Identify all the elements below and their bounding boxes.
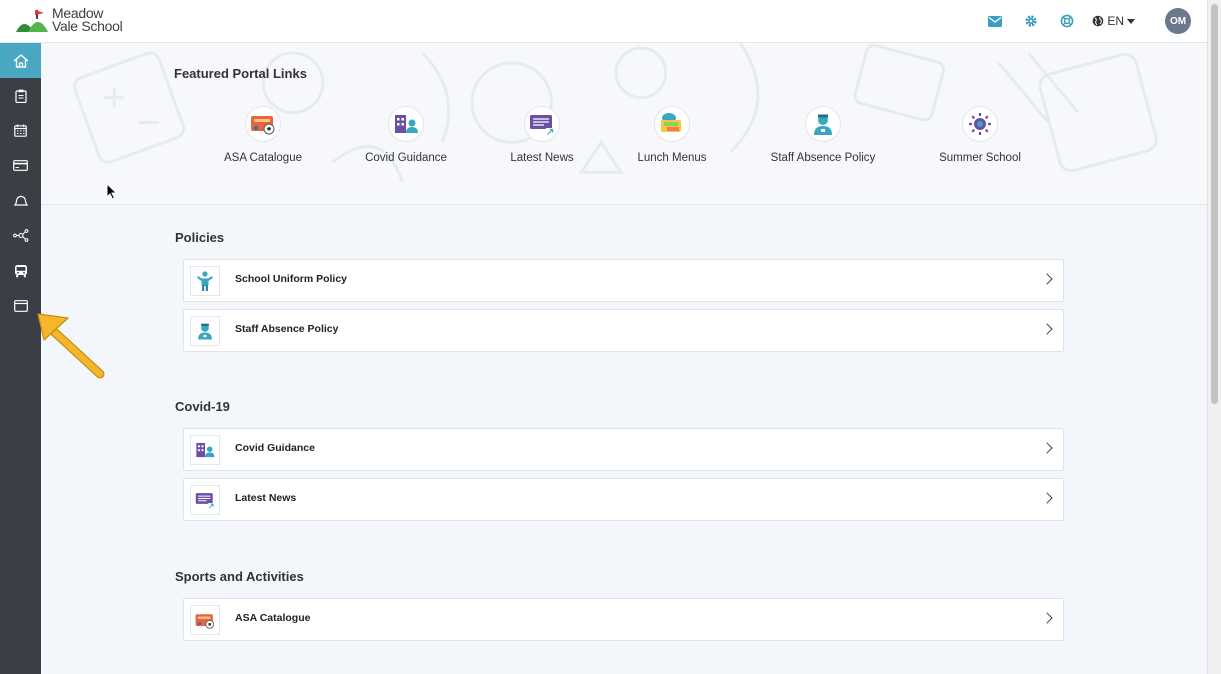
covid-guidance-icon [388, 106, 424, 142]
school-logo[interactable]: Meadow Vale School [14, 6, 123, 34]
featured-link-label: Staff Absence Policy [770, 152, 876, 164]
list-item-label: Covid Guidance [235, 442, 315, 454]
section-title-covid: Covid-19 [175, 399, 230, 414]
bell-icon [13, 194, 28, 206]
chevron-right-icon [1041, 442, 1053, 454]
header-actions: EN OM [972, 8, 1191, 34]
featured-link-staff-absence-policy[interactable]: Staff Absence Policy [753, 106, 893, 164]
featured-links-section: Featured Portal Links ASA Catalogue Covi… [41, 43, 1207, 205]
staff-absence-icon [805, 106, 841, 142]
mouse-cursor-icon [106, 183, 118, 200]
list-item-latest-news[interactable]: Latest News [183, 478, 1064, 521]
list-item-label: School Uniform Policy [235, 273, 348, 285]
featured-link-label: Summer School [939, 152, 1021, 164]
list-item-staff-absence-policy[interactable]: Staff Absence Policy [183, 309, 1064, 352]
sidebar-item-payments[interactable] [0, 148, 41, 183]
globe-icon [1093, 15, 1104, 27]
list-item-label: Staff Absence Policy [235, 323, 339, 335]
featured-link-summer-school[interactable]: Summer School [910, 106, 1050, 164]
home-icon [13, 53, 28, 68]
sidebar-item-home[interactable] [0, 43, 41, 78]
chevron-right-icon [1041, 273, 1053, 285]
bus-icon [14, 264, 27, 277]
featured-link-latest-news[interactable]: Latest News [472, 106, 612, 164]
language-label: EN [1107, 14, 1124, 28]
chevron-right-icon [1041, 492, 1053, 504]
latest-news-icon [524, 106, 560, 142]
featured-link-label: Lunch Menus [637, 152, 707, 164]
sidebar-item-notifications[interactable] [0, 183, 41, 218]
mail-icon[interactable] [982, 8, 1008, 34]
top-bar: Meadow Vale School EN OM [0, 0, 1221, 43]
featured-link-label: Latest News [510, 152, 574, 164]
chevron-right-icon [1041, 612, 1053, 624]
annotation-arrow-icon [37, 313, 105, 379]
credit-card-icon [13, 160, 28, 171]
list-item-label: ASA Catalogue [235, 612, 311, 624]
avatar[interactable]: OM [1165, 8, 1191, 34]
featured-link-label: Covid Guidance [365, 152, 447, 164]
clipboard-icon [14, 89, 27, 103]
asa-catalogue-icon [190, 605, 220, 635]
calendar-icon [14, 124, 27, 137]
scrollbar-thumb[interactable] [1211, 4, 1218, 404]
featured-title: Featured Portal Links [174, 66, 307, 81]
featured-link-label: ASA Catalogue [223, 152, 302, 164]
latest-news-icon [190, 485, 220, 515]
list-item-label: Latest News [235, 492, 297, 504]
list-item-school-uniform-policy[interactable]: School Uniform Policy [183, 259, 1064, 302]
list-item-asa-catalogue[interactable]: ASA Catalogue [183, 598, 1064, 641]
logo-line-2: Vale School [52, 18, 123, 34]
lunch-menus-icon [654, 106, 690, 142]
section-title-sports: Sports and Activities [175, 569, 304, 584]
chevron-right-icon [1041, 323, 1053, 335]
section-title-policies: Policies [175, 230, 225, 245]
uniform-icon [190, 266, 220, 296]
chevron-down-icon [1127, 18, 1135, 24]
gear-icon[interactable] [1018, 8, 1044, 34]
network-icon [12, 229, 28, 242]
sidebar-item-transport[interactable] [0, 253, 41, 288]
browser-window-icon [13, 299, 28, 312]
language-selector[interactable]: EN [1092, 14, 1135, 28]
featured-link-asa-catalogue[interactable]: ASA Catalogue [193, 106, 333, 164]
asa-catalogue-icon [245, 106, 281, 142]
featured-link-lunch-menus[interactable]: Lunch Menus [602, 106, 742, 164]
list-item-covid-guidance[interactable]: Covid Guidance [183, 428, 1064, 471]
sidebar-item-calendar[interactable] [0, 113, 41, 148]
sidebar-item-clipboard[interactable] [0, 78, 41, 113]
summer-school-icon [962, 106, 998, 142]
lifebuoy-icon[interactable] [1054, 8, 1080, 34]
staff-absence-icon [190, 316, 220, 346]
logo-text: Meadow Vale School [52, 6, 123, 34]
featured-link-covid-guidance[interactable]: Covid Guidance [336, 106, 476, 164]
logo-hills-icon [16, 10, 48, 32]
page-scrollbar[interactable] [1207, 0, 1221, 674]
sidebar-item-groups[interactable] [0, 218, 41, 253]
covid-guidance-icon [190, 435, 220, 465]
